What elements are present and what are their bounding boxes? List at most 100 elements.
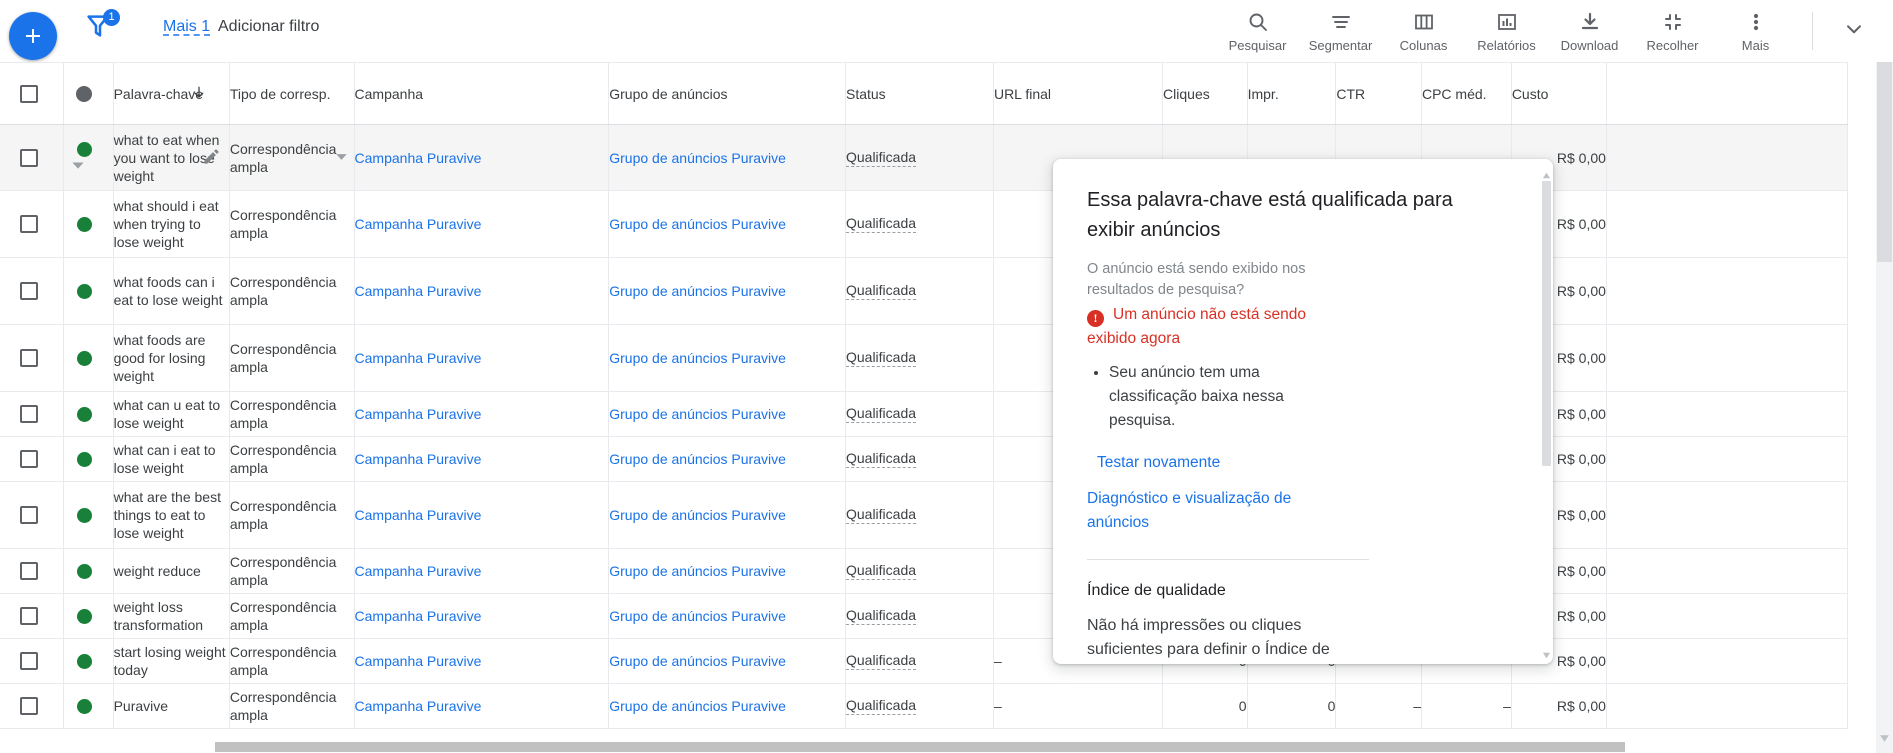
campaign-link[interactable]: Campanha Puravive [355,608,482,624]
toolbar-button-colunas[interactable]: Colunas [1382,2,1465,60]
chevron-down-icon[interactable] [335,149,348,167]
expand-toolbar-button[interactable] [1837,17,1871,45]
campaign-link[interactable]: Campanha Puravive [355,698,482,714]
ad-group-cell[interactable]: Grupo de anúncios Puravive [608,257,846,325]
table-row[interactable]: what can u eat to lose weight Correspondê… [0,391,1849,437]
row-checkbox[interactable] [20,506,38,524]
status-badge[interactable]: Qualificada [845,607,917,625]
select-all-checkbox[interactable] [20,84,38,103]
campaign-link[interactable]: Campanha Puravive [355,283,482,299]
row-checkbox[interactable] [20,450,38,468]
status-badge[interactable]: Qualificada [845,405,917,423]
row-select-cell[interactable] [0,391,64,437]
match-type-cell[interactable]: Correspondência ampla [229,593,355,639]
table-row[interactable]: weight loss transformation Correspondênci… [0,593,1849,639]
toolbar-button-relatorios[interactable]: Relatórios [1465,2,1548,60]
campaign-cell[interactable]: Campanha Puravive [354,391,610,437]
campaign-cell[interactable]: Campanha Puravive [354,481,610,549]
row-select-cell[interactable] [0,548,64,594]
header-clicks[interactable]: Cliques [1162,62,1248,125]
more-filters-link[interactable]: Mais 1 [163,18,210,36]
edit-pencil-icon[interactable] [202,147,221,169]
keyword-cell[interactable]: start losing weight today [113,638,230,684]
add-button[interactable] [9,12,57,60]
ad-group-link[interactable]: Grupo de anúncios Puravive [609,698,786,714]
match-type-cell[interactable]: Correspondência ampla [229,190,355,258]
header-ad-group[interactable]: Grupo de anúncios [608,62,846,125]
status-cell[interactable]: Qualificada [845,436,994,482]
ad-group-link[interactable]: Grupo de anúncios Puravive [609,563,786,579]
match-type-cell[interactable]: Correspondência ampla [229,324,355,392]
campaign-cell[interactable]: Campanha Puravive [354,324,610,392]
header-ctr[interactable]: CTR [1335,62,1422,125]
row-checkbox[interactable] [20,562,38,580]
status-cell[interactable]: Qualificada [845,593,994,639]
toolbar-button-recolher[interactable]: Recolher [1631,2,1714,60]
retest-link[interactable]: Testar novamente [1097,451,1513,475]
header-campaign[interactable]: Campanha [354,62,610,125]
filter-button[interactable]: 1 [82,9,122,50]
vertical-scrollbar-thumb[interactable] [1877,62,1892,262]
campaign-link[interactable]: Campanha Puravive [355,507,482,523]
ad-group-link[interactable]: Grupo de anúncios Puravive [609,150,786,166]
ad-group-cell[interactable]: Grupo de anúncios Puravive [608,638,846,684]
keyword-cell[interactable]: what foods are good for losing weight [113,324,230,392]
table-row[interactable]: weight reduce Correspondência ampla Campan… [0,548,1849,594]
campaign-link[interactable]: Campanha Puravive [355,653,482,669]
header-avg-cpc[interactable]: CPC méd. [1421,62,1512,125]
header-status[interactable]: Status [845,62,994,125]
status-cell[interactable]: Qualificada [845,391,994,437]
row-checkbox[interactable] [20,607,38,625]
toolbar-button-pesquisar[interactable]: Pesquisar [1216,2,1299,60]
match-type-cell[interactable]: Correspondência ampla [229,683,355,729]
status-cell[interactable]: Qualificada [845,683,994,729]
keyword-cell[interactable]: Puravive [113,683,230,729]
row-select-cell[interactable] [0,593,64,639]
header-cost[interactable]: Custo [1511,62,1607,125]
match-type-cell[interactable]: Correspondência ampla [229,638,355,684]
status-cell[interactable]: Qualificada [845,548,994,594]
campaign-cell[interactable]: Campanha Puravive [354,257,610,325]
row-select-cell[interactable] [0,683,64,729]
row-checkbox[interactable] [20,215,38,233]
table-row[interactable]: what are the best things to eat to lose … [0,481,1849,549]
ad-group-cell[interactable]: Grupo de anúncios Puravive [608,324,846,392]
match-type-cell[interactable]: Correspondência ampla [229,548,355,594]
status-cell[interactable]: Qualificada [845,638,994,684]
campaign-link[interactable]: Campanha Puravive [355,451,482,467]
ad-group-cell[interactable]: Grupo de anúncios Puravive [608,124,846,191]
row-select-cell[interactable] [0,257,64,325]
popup-scrollbar-thumb[interactable] [1542,181,1551,466]
status-badge[interactable]: Qualificada [845,149,917,167]
toolbar-button-download[interactable]: Download [1548,2,1631,60]
keyword-cell[interactable]: what are the best things to eat to lose … [113,481,230,549]
table-row[interactable]: start losing weight today Correspondência… [0,638,1849,684]
header-impressions[interactable]: Impr. [1247,62,1337,125]
scroll-down-arrow-icon[interactable] [1542,647,1551,659]
row-checkbox[interactable] [20,282,38,300]
status-badge[interactable]: Qualificada [845,215,917,233]
keywords-table-container[interactable]: Palavra-chave Tipo de corresp. Campanha … [0,62,1893,753]
campaign-link[interactable]: Campanha Puravive [355,563,482,579]
status-badge[interactable]: Qualificada [845,282,917,300]
ad-group-cell[interactable]: Grupo de anúncios Puravive [608,436,846,482]
add-filter-button[interactable]: Adicionar filtro [218,18,319,36]
table-row[interactable]: what foods can i eat to lose weight Corre… [0,257,1849,325]
ad-group-cell[interactable]: Grupo de anúncios Puravive [608,548,846,594]
row-checkbox[interactable] [20,405,38,423]
status-cell[interactable]: Qualificada [845,190,994,258]
ad-group-link[interactable]: Grupo de anúncios Puravive [609,283,786,299]
chevron-down-icon[interactable] [71,158,85,175]
ad-group-link[interactable]: Grupo de anúncios Puravive [609,608,786,624]
header-match-type[interactable]: Tipo de corresp. [194,62,355,125]
row-select-cell[interactable] [0,324,64,392]
table-row[interactable]: what to eat when you want to lose weight… [0,124,1849,191]
keyword-cell[interactable]: what should i eat when trying to lose we… [113,190,230,258]
ad-group-cell[interactable]: Grupo de anúncios Puravive [608,481,846,549]
campaign-cell[interactable]: Campanha Puravive [354,548,610,594]
status-cell[interactable]: Qualificada [845,481,994,549]
match-type-cell[interactable]: Correspondência ampla [229,124,355,191]
status-badge[interactable]: Qualificada [845,697,917,715]
keyword-cell[interactable]: what can i eat to lose weight [113,436,230,482]
toolbar-button-segmentar[interactable]: Segmentar [1299,2,1382,60]
